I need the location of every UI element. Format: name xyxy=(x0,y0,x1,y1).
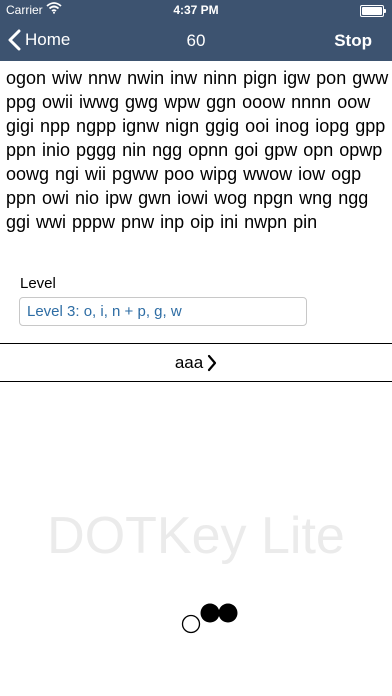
battery-icon xyxy=(360,5,386,17)
stop-button[interactable]: Stop xyxy=(334,31,372,51)
lesson-selector[interactable]: aaa xyxy=(0,344,392,381)
braille-dots-icon xyxy=(181,603,238,634)
home-back-button[interactable]: Home xyxy=(8,29,70,51)
clock: 4:37 PM xyxy=(173,3,219,17)
divider-bottom xyxy=(0,381,392,382)
chevron-left-icon xyxy=(8,29,21,51)
home-back-label: Home xyxy=(25,30,71,49)
app-watermark: DOTKey Lite xyxy=(47,507,345,565)
practice-text: ogon wiw nnw nwin inw ninn pign igw pon … xyxy=(6,68,389,232)
level-label: Level xyxy=(20,275,56,292)
lesson-label: aaa xyxy=(174,352,204,372)
chevron-right-icon xyxy=(208,354,217,371)
level-field[interactable]: Level 3: o, i, n + p, g, w xyxy=(19,297,307,326)
navigation-bar: Home 60 Stop xyxy=(0,20,392,61)
status-bar: Carrier 4:37 PM xyxy=(0,0,392,20)
